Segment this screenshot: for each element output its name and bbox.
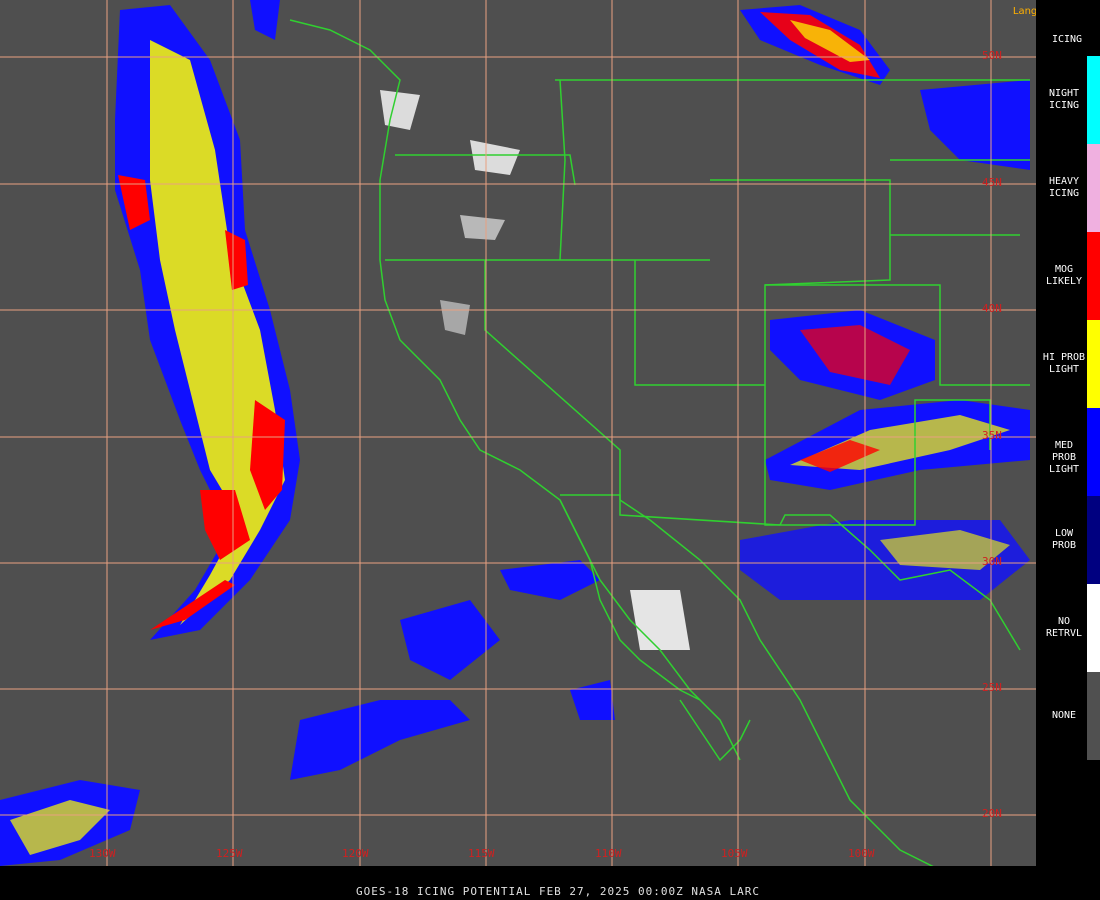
map-canvas <box>0 0 1036 866</box>
legend-swatch <box>1087 56 1100 144</box>
longitude-label: 125W <box>216 847 243 860</box>
legend-item: HI PROB LIGHT <box>1036 320 1100 408</box>
legend-title: ICING <box>1051 34 1083 45</box>
product-caption: GOES-18 ICING POTENTIAL FEB 27, 2025 00:… <box>356 885 760 898</box>
icing-field-north-canada <box>740 5 1030 170</box>
legend-item-label: MOG LIKELY <box>1045 264 1083 287</box>
legend-item-label: NONE <box>1051 710 1077 721</box>
latitude-label: 35N <box>982 429 1002 442</box>
legend-swatch <box>1087 672 1100 760</box>
legend-item-label: HEAVY ICING <box>1048 176 1080 199</box>
longitude-label: 110W <box>595 847 622 860</box>
legend-swatch <box>1087 584 1100 672</box>
longitude-label: 115W <box>468 847 495 860</box>
icing-field-pacific-band <box>115 0 300 640</box>
icing-map <box>0 0 1036 866</box>
latitude-label: 25N <box>982 681 1002 694</box>
latitude-label: 30N <box>982 555 1002 568</box>
legend-item-label: LOW PROB <box>1051 528 1077 551</box>
latitude-label: 45N <box>982 176 1002 189</box>
longitude-label: 130W <box>89 847 116 860</box>
legend-swatch <box>1087 320 1100 408</box>
legend-swatch <box>1087 496 1100 584</box>
legend-item: HEAVY ICING <box>1036 144 1100 232</box>
legend-item: NIGHT ICING <box>1036 56 1100 144</box>
legend-item: LOW PROB <box>1036 496 1100 584</box>
legend-swatch <box>1087 232 1100 320</box>
legend-item-label: MED PROB LIGHT <box>1048 440 1080 475</box>
legend-item: NO RETRVL <box>1036 584 1100 672</box>
longitude-label: 100W <box>848 847 875 860</box>
no-retrieval-patches <box>380 90 520 335</box>
longitude-label: 105W <box>721 847 748 860</box>
legend-item: MOG LIKELY <box>1036 232 1100 320</box>
legend-swatch <box>1087 144 1100 232</box>
icing-field-southwest <box>0 520 1030 866</box>
latitude-label: 50N <box>982 49 1002 62</box>
legend-item-label: NO RETRVL <box>1045 616 1083 639</box>
latitude-label: 20N <box>982 807 1002 820</box>
legend-item-label: NIGHT ICING <box>1048 88 1080 111</box>
legend-item: NONE <box>1036 672 1100 760</box>
legend-item: MED PROB LIGHT <box>1036 408 1100 496</box>
latitude-label: 40N <box>982 302 1002 315</box>
legend-swatch <box>1087 408 1100 496</box>
longitude-label: 120W <box>342 847 369 860</box>
legend-item-label: HI PROB LIGHT <box>1042 352 1086 375</box>
